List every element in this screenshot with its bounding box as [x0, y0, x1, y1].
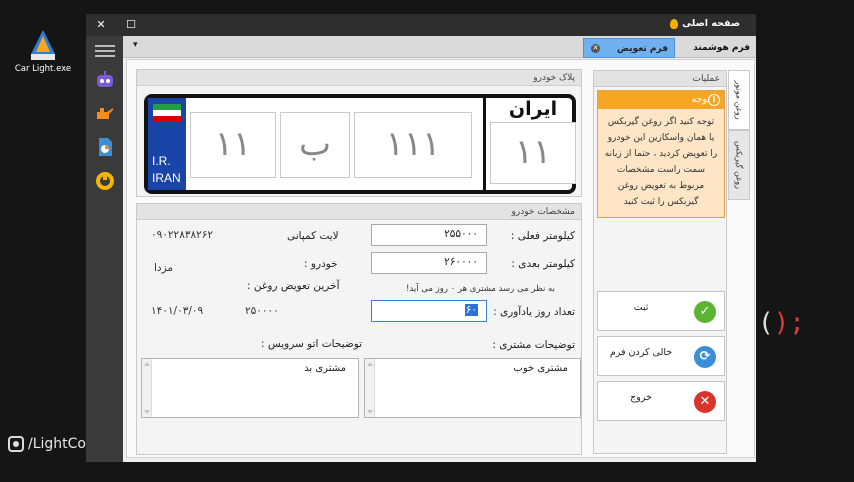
tab-gearbox-oil-label: روغن گیربکس: [734, 140, 744, 190]
tab-oil-change-form[interactable]: فرم تعویض روغن ✕: [583, 38, 675, 74]
operations-panel: عملیات توجه i توجه کنید اگر روغن گیربکس …: [593, 70, 727, 454]
warning-box: توجه i توجه کنید اگر روغن گیربکس یا همان…: [597, 90, 725, 218]
last-change-km: ۲۵۰۰۰۰: [245, 305, 279, 317]
car-value: مزدا: [154, 262, 174, 274]
tab-dropdown-button[interactable]: ▾: [133, 40, 138, 50]
customer-notes-textarea[interactable]: مشتری خوب: [364, 358, 581, 418]
reminder-days-label: تعداد روز یادآوری :: [493, 306, 575, 318]
app-window: ✕ ☐ صفحه اصلی ▾ فرم تعویض روغن ✕: [86, 14, 756, 462]
support-icon[interactable]: [94, 170, 116, 192]
background-code: ();: [758, 308, 805, 338]
fire-icon: [670, 18, 679, 29]
exit-button[interactable]: خروج ✕: [597, 381, 725, 421]
tab-close-icon[interactable]: ✕: [591, 44, 600, 53]
window-title-text: صفحه اصلی: [682, 18, 740, 29]
last-change-date: ۱۴۰۱/۰۳/۰۹: [151, 305, 204, 317]
plate-group-header: پلاک خودرو: [137, 70, 581, 86]
tab-smart-form[interactable]: فرم هوشمند: [683, 38, 756, 58]
plate-group: پلاک خودرو I.R. IRAN ۱۱ ب ۱۱۱ ایران ۱۱: [136, 69, 582, 197]
service-notes-label: توضیحات اتو سرویس :: [261, 338, 363, 350]
save-label: ثبت: [633, 302, 649, 313]
plate-country-line2: IRAN: [152, 171, 181, 185]
next-km-input[interactable]: ۲۶۰۰۰۰: [371, 252, 487, 274]
service-notes-text: مشتری بد: [304, 363, 346, 374]
reminder-days-input[interactable]: ۶۰: [371, 300, 487, 322]
car-light-app-icon: [28, 28, 58, 62]
service-notes-scrollbar[interactable]: [142, 359, 152, 417]
tab-engine-oil[interactable]: روغن موتور: [728, 70, 750, 130]
last-change-label: آخرین تعویض روغن :: [247, 280, 340, 292]
brand-text: /LightCo: [28, 436, 86, 452]
clear-form-button[interactable]: خالی کردن فرم ⟳: [597, 336, 725, 376]
tab-smart-form-label: فرم هوشمند: [693, 43, 750, 53]
desktop-icon-label: Car Light.exe: [14, 64, 72, 74]
camera-icon: [8, 436, 24, 452]
operations-header: عملیات: [594, 71, 726, 87]
warning-text: توجه کنید اگر روغن گیربکس یا همان واسکاز…: [604, 117, 718, 207]
tab-bar: ▾ فرم تعویض روغن ✕ فرم هوشمند: [123, 36, 756, 74]
desktop-icon-car-light[interactable]: Car Light.exe: [12, 28, 74, 74]
customer-notes-label: توضیحات مشتری :: [492, 339, 575, 351]
save-button[interactable]: ثبت ✓: [597, 291, 725, 331]
plate-separator: [483, 98, 486, 190]
clear-form-label: خالی کردن فرم: [609, 347, 673, 358]
plate-country-line1: I.R.: [152, 154, 171, 168]
customer-name: لایت کمپانی: [287, 230, 339, 242]
iran-flag-icon: [153, 104, 181, 122]
code-close: );: [773, 308, 805, 338]
refresh-icon: ⟳: [694, 346, 716, 368]
close-icon: ✕: [694, 391, 716, 413]
plate-country-code: I.R. IRAN: [152, 153, 181, 187]
robot-icon[interactable]: [94, 69, 116, 91]
current-km-label: کیلومتر فعلی :: [510, 230, 575, 242]
hamburger-menu-icon[interactable]: [94, 42, 116, 64]
visit-hint: به نظر می رسد مشتری هر ۰ روز می آید!: [406, 284, 555, 294]
customer-notes-scrollbar[interactable]: [365, 359, 375, 417]
info-icon: i: [708, 94, 720, 106]
vehicle-group: مشخصات خودرو کیلومتر فعلی : ۲۵۵۰۰۰ لایت …: [136, 203, 582, 455]
current-km-input[interactable]: ۲۵۵۰۰۰: [371, 224, 487, 246]
plate-middle-number[interactable]: ۱۱۱: [354, 112, 472, 178]
plate-first-number[interactable]: ۱۱: [190, 112, 276, 178]
report-file-icon[interactable]: [94, 136, 116, 158]
exit-label: خروج: [630, 392, 652, 403]
side-nav: [86, 36, 123, 462]
plate-letter[interactable]: ب: [280, 112, 350, 178]
vehicle-group-header: مشخصات خودرو: [137, 204, 581, 220]
content-area: ▾ فرم تعویض روغن ✕ فرم هوشمند پلاک خودرو…: [123, 36, 756, 462]
service-notes-textarea[interactable]: مشتری بد: [141, 358, 359, 418]
maximize-window-button[interactable]: ☐: [122, 16, 140, 34]
reminder-days-value: ۶۰: [464, 304, 478, 316]
close-window-button[interactable]: ✕: [92, 16, 110, 34]
side-tabs: روغن موتور روغن گیربکس: [728, 70, 752, 260]
plate-country-strip: I.R. IRAN: [148, 98, 186, 190]
tab-engine-oil-label: روغن موتور: [734, 80, 744, 120]
license-plate: I.R. IRAN ۱۱ ب ۱۱۱ ایران ۱۱: [144, 94, 576, 194]
checkmark-icon: ✓: [694, 301, 716, 323]
window-title: صفحه اصلی: [670, 18, 740, 29]
brand-watermark: /LightCo: [8, 436, 86, 452]
title-bar[interactable]: ✕ ☐ صفحه اصلی: [86, 14, 756, 36]
customer-phone: ۰۹۰۲۲۸۳۸۲۶۲: [151, 229, 214, 241]
warning-header: توجه i: [598, 91, 724, 109]
plate-region-label: ایران: [508, 98, 558, 120]
tab-gearbox-oil[interactable]: روغن گیربکس: [728, 130, 750, 200]
next-km-label: کیلومتر بعدی :: [511, 258, 575, 270]
oil-can-icon[interactable]: [94, 102, 116, 124]
oil-change-form: پلاک خودرو I.R. IRAN ۱۱ ب ۱۱۱ ایران ۱۱ م…: [126, 59, 755, 458]
code-paren: (: [758, 308, 774, 338]
plate-region-number[interactable]: ۱۱: [490, 122, 576, 184]
car-label: خودرو :: [304, 258, 338, 270]
customer-notes-text: مشتری خوب: [513, 363, 568, 374]
